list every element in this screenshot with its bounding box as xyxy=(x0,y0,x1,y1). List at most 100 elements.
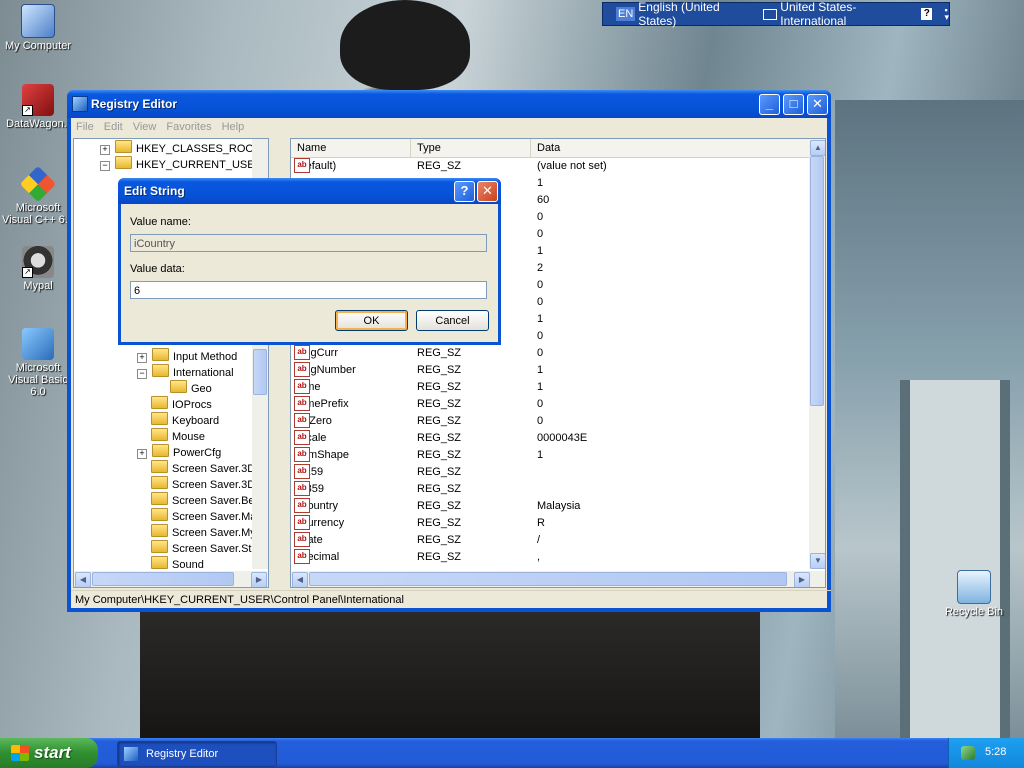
tree-item[interactable]: + HKEY_CLASSES_ROOT xyxy=(100,140,261,156)
scrollbar-thumb[interactable] xyxy=(309,572,787,586)
expand-icon[interactable]: + xyxy=(137,449,147,459)
value-type-cell: REG_SZ xyxy=(417,534,462,546)
table-row[interactable]: absDate REG_SZ / xyxy=(291,532,806,549)
value-data-cell: 60 xyxy=(537,194,550,206)
tree-item-label: HKEY_CURRENT_USER xyxy=(136,159,263,171)
value-name-field: iCountry xyxy=(130,234,487,252)
table-row[interactable]: ab sCountry REG_SZ Malaysia xyxy=(291,498,806,515)
desktop-icon-visual-cpp[interactable]: Microsoft Visual C++ 6.0 xyxy=(0,165,76,226)
menu-help[interactable]: Help xyxy=(217,121,250,133)
tree-item[interactable]: − HKEY_CURRENT_USER xyxy=(100,156,263,172)
title-bar[interactable]: Registry Editor _ □ ✕ xyxy=(67,90,831,118)
table-row[interactable]: abiTime REG_SZ 1 xyxy=(291,379,806,396)
tree-horizontal-scrollbar[interactable]: ◀ ▶ xyxy=(74,571,268,587)
folder-icon xyxy=(115,156,132,169)
column-header-name[interactable]: Name xyxy=(291,139,411,157)
scroll-up-arrow-icon[interactable]: ▲ xyxy=(810,140,825,156)
start-button[interactable]: start xyxy=(0,738,98,768)
tree-item[interactable]: Geo xyxy=(170,380,212,396)
value-data-cell: 0 xyxy=(537,347,544,359)
cancel-button[interactable]: Cancel xyxy=(416,310,489,331)
value-data-cell: 2 xyxy=(537,262,544,274)
taskbar-item-registry-editor[interactable]: Registry Editor xyxy=(117,741,277,767)
clock[interactable]: 5:28 xyxy=(985,746,1006,758)
dialog-title-bar[interactable]: Edit String ? ✕ xyxy=(118,178,501,204)
tree-item-label: Geo xyxy=(191,383,212,395)
tree-item[interactable]: Screen Saver.Stars xyxy=(151,540,267,556)
string-value-icon: ab xyxy=(294,413,310,428)
table-row[interactable]: ab iTimePrefix REG_SZ 0 xyxy=(291,396,806,413)
table-row[interactable]: ab (Default) REG_SZ (value not set) xyxy=(291,158,806,175)
string-value-icon: ab xyxy=(294,396,310,411)
language-bar[interactable]: EN English (United States) United States… xyxy=(602,0,950,28)
expand-icon[interactable]: + xyxy=(137,353,147,363)
collapse-icon[interactable]: − xyxy=(100,161,110,171)
column-header-type[interactable]: Type xyxy=(411,139,531,157)
keyboard-icon xyxy=(763,8,778,20)
scroll-left-arrow-icon[interactable]: ◀ xyxy=(292,572,308,587)
tree-item[interactable]: Keyboard xyxy=(151,412,219,428)
scroll-right-arrow-icon[interactable]: ▶ xyxy=(794,572,810,587)
folder-icon xyxy=(152,444,169,457)
table-row[interactable]: ab sCurrency REG_SZ R xyxy=(291,515,806,532)
scroll-down-arrow-icon[interactable]: ▼ xyxy=(810,553,825,569)
expand-icon[interactable]: + xyxy=(100,145,110,155)
maximize-button[interactable]: □ xyxy=(783,94,804,115)
tree-item-label: Input Method xyxy=(173,351,238,363)
tree-item[interactable]: + Input Method xyxy=(137,348,237,364)
table-row[interactable]: ab NumShape REG_SZ 1 xyxy=(291,447,806,464)
value-data-cell: 0 xyxy=(537,279,544,291)
tree-item[interactable]: Mouse xyxy=(151,428,205,444)
table-row[interactable]: ab iNegNumber REG_SZ 1 xyxy=(291,362,806,379)
table-row[interactable]: ab Locale REG_SZ 0000043E xyxy=(291,430,806,447)
windows-logo-icon xyxy=(11,745,29,761)
scrollbar-thumb[interactable] xyxy=(810,156,824,406)
ok-button[interactable]: OK xyxy=(335,310,408,331)
tree-item-label: Sound xyxy=(172,559,204,571)
language-name[interactable]: English (United States) xyxy=(638,0,753,28)
collapse-icon[interactable]: − xyxy=(137,369,147,379)
folder-icon xyxy=(151,428,168,441)
minimize-button[interactable]: _ xyxy=(759,94,780,115)
desktop-icon-my-computer[interactable]: My Computer xyxy=(0,4,76,52)
options-chevron-icon[interactable]: ▪ ▾ xyxy=(944,6,949,22)
table-row[interactable]: abs2359 REG_SZ xyxy=(291,481,806,498)
tree-item[interactable]: Sound xyxy=(151,556,204,572)
tree-item-label: Keyboard xyxy=(172,415,220,427)
table-row[interactable]: ab iNegCurr REG_SZ 0 xyxy=(291,345,806,362)
keyboard-layout[interactable]: United States-International xyxy=(780,0,913,28)
scroll-right-arrow-icon[interactable]: ▶ xyxy=(251,572,267,587)
desktop-icon-recycle-bin[interactable]: Recycle Bin xyxy=(936,570,1012,618)
list-vertical-scrollbar[interactable]: ▲ ▼ xyxy=(809,139,825,569)
value-name-cell: ab iNegCurr xyxy=(294,345,338,362)
tree-item[interactable]: − International xyxy=(137,364,234,380)
language-code[interactable]: EN xyxy=(616,7,636,21)
desktop-icon-datawagon[interactable]: ↗ DataWagon.. xyxy=(0,84,76,130)
value-name-label: Value name: xyxy=(130,216,191,228)
menu-file[interactable]: File xyxy=(71,121,99,133)
menu-view[interactable]: View xyxy=(128,121,162,133)
table-row[interactable]: abs1159 REG_SZ xyxy=(291,464,806,481)
scrollbar-thumb[interactable] xyxy=(253,349,267,395)
table-row[interactable]: ab sDecimal REG_SZ, xyxy=(291,549,806,566)
string-value-icon: ab xyxy=(294,498,310,513)
tree-item[interactable]: + PowerCfg xyxy=(137,444,221,460)
dialog-close-button[interactable]: ✕ xyxy=(477,181,498,202)
help-button[interactable]: ? xyxy=(454,181,475,202)
scrollbar-thumb[interactable] xyxy=(92,572,234,586)
table-row[interactable]: ab iTLZero REG_SZ 0 xyxy=(291,413,806,430)
value-type-cell: REG_SZ xyxy=(417,381,462,393)
menu-edit[interactable]: Edit xyxy=(99,121,128,133)
network-icon[interactable] xyxy=(961,746,975,760)
tree-item[interactable]: IOProcs xyxy=(151,396,212,412)
desktop-icon-mypal[interactable]: ↗ Mypal xyxy=(0,246,76,292)
help-icon[interactable]: ? xyxy=(921,8,933,20)
list-horizontal-scrollbar[interactable]: ◀ ▶ xyxy=(291,571,825,587)
close-button[interactable]: ✕ xyxy=(807,94,828,115)
value-data-input[interactable]: 6 xyxy=(130,281,487,299)
scroll-left-arrow-icon[interactable]: ◀ xyxy=(75,572,91,587)
folder-icon xyxy=(151,396,168,409)
column-header-data[interactable]: Data xyxy=(531,139,812,157)
desktop-icon-visual-basic[interactable]: Microsoft Visual Basic 6.0 xyxy=(0,328,76,398)
menu-favorites[interactable]: Favorites xyxy=(161,121,216,133)
